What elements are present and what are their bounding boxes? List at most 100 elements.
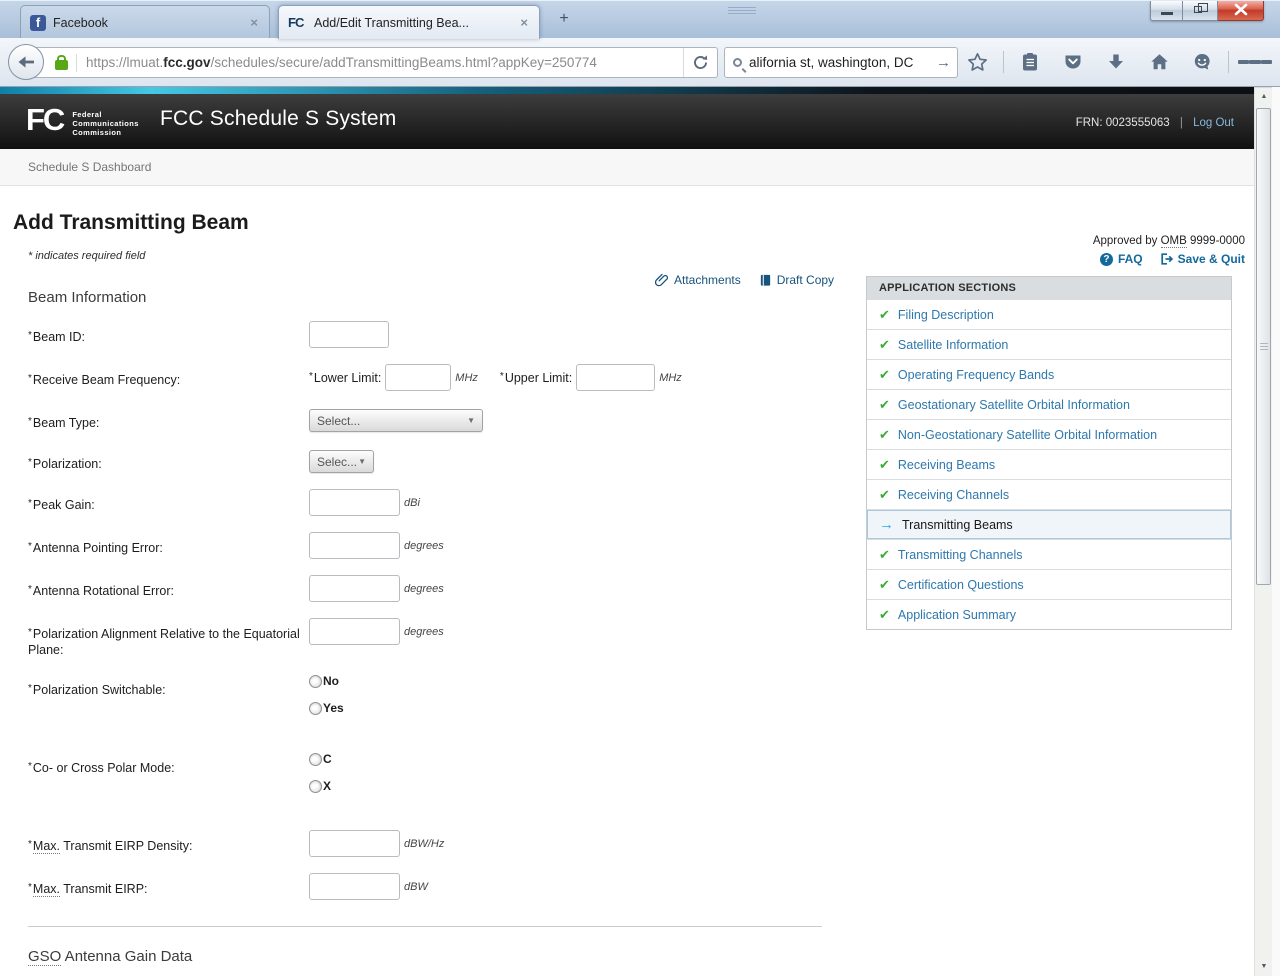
antenna-rotational-error-unit: degrees xyxy=(404,575,444,595)
question-circle-icon: ? xyxy=(1100,253,1113,266)
draft-copy-link[interactable]: Draft Copy xyxy=(759,273,834,287)
completed-check-icon: ✔ xyxy=(879,457,890,473)
faq-link[interactable]: ? FAQ xyxy=(1100,252,1143,266)
sidebar-item-label: Operating Frequency Bands xyxy=(898,368,1054,382)
form-row-beam-type: *Beam Type: Select... ▼ xyxy=(28,407,835,432)
new-tab-button[interactable]: + xyxy=(551,9,577,31)
radio-button[interactable] xyxy=(309,780,322,793)
polarization-alignment-input[interactable] xyxy=(309,618,400,645)
fcc-logo-text: Federal Communications Commission xyxy=(72,110,138,137)
window-drag-grip[interactable] xyxy=(728,7,756,15)
upper-limit-input[interactable] xyxy=(576,364,655,391)
home-icon[interactable] xyxy=(1142,47,1176,77)
menu-icon[interactable] xyxy=(1238,47,1272,77)
reload-button[interactable] xyxy=(683,47,717,78)
form-row-antenna-rotational-error: *Antenna Rotational Error: degrees xyxy=(28,575,835,602)
beam-id-input[interactable] xyxy=(309,321,389,348)
downloads-icon[interactable] xyxy=(1099,47,1133,77)
polarization-switchable-no-option[interactable]: No xyxy=(309,674,339,688)
beam-type-select[interactable]: Select... ▼ xyxy=(309,409,483,432)
max-transmit-eirp-density-label: Transmit EIRP Density: xyxy=(60,839,192,853)
scroll-down-icon[interactable]: ▼ xyxy=(1255,958,1273,976)
antenna-pointing-error-label: Antenna Pointing Error: xyxy=(33,541,163,555)
sidebar-item-label: Satellite Information xyxy=(898,338,1008,352)
radio-button[interactable] xyxy=(309,753,322,766)
restore-button[interactable] xyxy=(1183,1,1218,21)
sidebar-item-application-summary[interactable]: ✔Application Summary xyxy=(867,599,1231,629)
tab-title: Add/Edit Transmitting Bea... xyxy=(314,16,518,30)
co-polar-option[interactable]: C xyxy=(309,752,332,766)
chevron-down-icon: ▼ xyxy=(358,457,366,466)
beam-id-label: Beam ID: xyxy=(33,330,85,344)
fcc-favicon: FC xyxy=(288,16,308,30)
radio-button[interactable] xyxy=(309,702,322,715)
reading-list-icon[interactable] xyxy=(1013,47,1047,77)
upper-limit-unit: MHz xyxy=(659,364,682,384)
search-box[interactable]: alifornia st, washington, DC → xyxy=(724,47,958,78)
hello-smiley-icon[interactable] xyxy=(1185,47,1219,77)
sidebar-item-transmitting-channels[interactable]: ✔Transmitting Channels xyxy=(867,539,1231,569)
max-transmit-eirp-label: Transmit EIRP: xyxy=(60,882,148,896)
max-transmit-eirp-density-input[interactable] xyxy=(309,830,400,857)
scroll-up-icon[interactable]: ▲ xyxy=(1255,88,1273,106)
sidebar-item-non-geostationary-satellite-orbital-information[interactable]: ✔Non-Geostationary Satellite Orbital Inf… xyxy=(867,419,1231,449)
antenna-rotational-error-input[interactable] xyxy=(309,575,400,602)
application-sections-list: ✔Filing Description ✔ Satellite Informatio… xyxy=(867,299,1231,629)
completed-check-icon: ✔ xyxy=(879,337,890,353)
application-sections-header: APPLICATION SECTIONS xyxy=(867,277,1231,299)
sidebar-item-receiving-channels[interactable]: ✔Receiving Channels xyxy=(867,479,1231,509)
attachments-link[interactable]: Attachments xyxy=(655,273,741,287)
window-close-icon xyxy=(1218,1,1264,19)
back-button[interactable] xyxy=(8,44,44,80)
scrollbar-grip xyxy=(1260,343,1268,351)
save-quit-link[interactable]: Save & Quit xyxy=(1159,252,1245,266)
peak-gain-input[interactable] xyxy=(309,489,400,516)
antenna-pointing-error-unit: degrees xyxy=(404,532,444,552)
close-button[interactable] xyxy=(1218,1,1264,21)
tab-close-icon[interactable]: × xyxy=(518,15,530,30)
vertical-scrollbar[interactable]: ▲ ▼ xyxy=(1254,88,1272,976)
antenna-pointing-error-input[interactable] xyxy=(309,532,400,559)
minimize-button[interactable] xyxy=(1150,1,1183,21)
section-title-gso-antenna-gain-data: GSO Antenna Gain Data xyxy=(28,948,1254,965)
sidebar-item-satellite-information[interactable]: ✔ Satellite Information xyxy=(867,329,1231,359)
form-row-polarization-alignment: *Polarization Alignment Relative to the … xyxy=(28,618,835,658)
polarization-select[interactable]: Selec... ▼ xyxy=(309,450,374,473)
tab-add-edit-transmitting-beams[interactable]: FC Add/Edit Transmitting Bea... × xyxy=(278,5,540,39)
window-edge xyxy=(1272,87,1280,976)
tab-close-icon[interactable]: × xyxy=(248,15,260,30)
toolbar-icons xyxy=(951,45,1272,79)
sidebar-item-transmitting-beams[interactable]: →Transmitting Beams xyxy=(867,509,1231,539)
sidebar-item-geostationary-satellite-orbital-information[interactable]: ✔Geostationary Satellite Orbital Informa… xyxy=(867,389,1231,419)
sidebar-item-receiving-beams[interactable]: ✔Receiving Beams xyxy=(867,449,1231,479)
page-viewport: FC Federal Communications Commission FC C… xyxy=(0,87,1254,976)
tab-facebook[interactable]: f Facebook × xyxy=(20,5,270,39)
form-row-polarization: *Polarization: Selec... ▼ xyxy=(28,448,835,473)
current-section-arrow-icon: → xyxy=(879,518,894,531)
pocket-icon[interactable] xyxy=(1056,47,1090,77)
restore-icon xyxy=(1194,6,1202,13)
search-input[interactable]: alifornia st, washington, DC xyxy=(749,55,936,70)
url-bar[interactable]: https://lmuat.fcc.gov/schedules/secure/a… xyxy=(28,47,718,78)
fcc-logo[interactable]: FC Federal Communications Commission xyxy=(26,105,139,137)
sidebar-item-operating-frequency-bands[interactable]: ✔Operating Frequency Bands xyxy=(867,359,1231,389)
https-lock-icon[interactable] xyxy=(55,60,68,70)
lower-limit-input[interactable] xyxy=(385,364,451,391)
bookmark-star-icon[interactable] xyxy=(960,47,994,77)
form-row-max-transmit-eirp: *Max. Transmit EIRP: dBW xyxy=(28,873,835,900)
max-transmit-eirp-input[interactable] xyxy=(309,873,400,900)
sidebar-item-certification-questions[interactable]: ✔Certification Questions xyxy=(867,569,1231,599)
toolbar-separator xyxy=(1003,51,1004,73)
url-text[interactable]: https://lmuat.fcc.gov/schedules/secure/a… xyxy=(86,55,683,70)
search-go-icon[interactable]: → xyxy=(936,54,951,71)
breadcrumb[interactable]: Schedule S Dashboard xyxy=(0,149,1254,186)
cross-polar-option[interactable]: X xyxy=(309,779,331,793)
radio-button[interactable] xyxy=(309,675,322,688)
sidebar-item-filing-description[interactable]: ✔Filing Description xyxy=(867,299,1231,329)
completed-check-icon: ✔ xyxy=(879,397,890,413)
fcc-logo-acronym: FC xyxy=(26,105,63,135)
logout-link[interactable]: Log Out xyxy=(1193,117,1234,129)
scrollbar-thumb[interactable] xyxy=(1256,108,1271,585)
required-note: * indicates required field xyxy=(28,250,1254,262)
polarization-switchable-yes-option[interactable]: Yes xyxy=(309,701,344,715)
